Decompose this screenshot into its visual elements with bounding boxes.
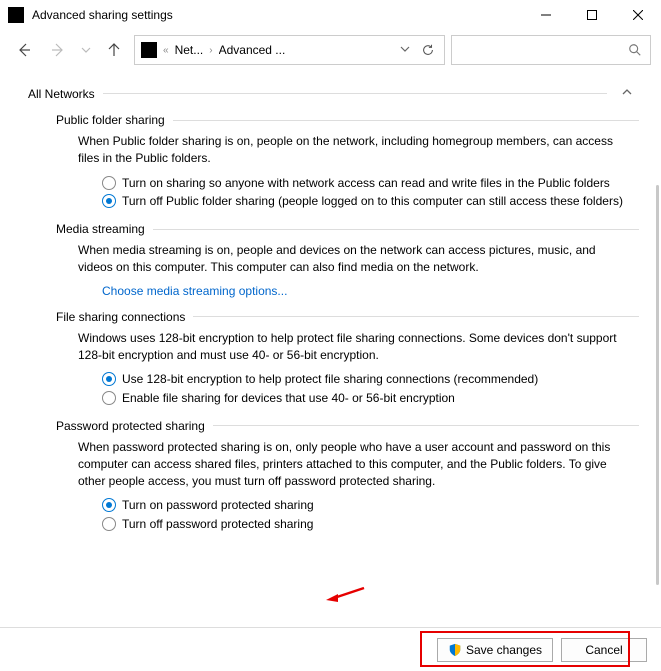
public-folder-label: Public folder sharing — [56, 113, 165, 127]
divider — [173, 120, 639, 121]
shield-icon — [448, 643, 462, 657]
media-streaming-desc: When media streaming is on, people and d… — [78, 242, 629, 276]
file-sharing-label: File sharing connections — [56, 310, 185, 324]
back-button[interactable] — [10, 36, 38, 64]
option-label: Turn off password protected sharing — [122, 516, 313, 533]
file-sharing-desc: Windows uses 128-bit encryption to help … — [78, 330, 629, 364]
public-folder-desc: When Public folder sharing is on, people… — [78, 133, 629, 167]
password-sharing-label: Password protected sharing — [56, 419, 205, 433]
refresh-button[interactable] — [418, 36, 438, 64]
recent-dropdown[interactable] — [78, 36, 94, 64]
save-label: Save changes — [466, 643, 542, 657]
content-pane: All Networks Public folder sharing When … — [0, 70, 661, 627]
option-label: Turn on sharing so anyone with network a… — [122, 175, 610, 192]
media-streaming-header: Media streaming — [56, 222, 639, 236]
chevron-icon: « — [161, 45, 171, 56]
search-box[interactable] — [451, 35, 651, 65]
search-icon — [628, 43, 642, 57]
public-folder-on-option[interactable]: Turn on sharing so anyone with network a… — [102, 175, 629, 192]
public-folder-off-option[interactable]: Turn off Public folder sharing (people l… — [102, 193, 629, 210]
option-label: Turn on password protected sharing — [122, 497, 314, 514]
minimize-button[interactable] — [523, 0, 569, 30]
radio-icon[interactable] — [102, 372, 116, 386]
window-title: Advanced sharing settings — [32, 8, 523, 22]
radio-icon[interactable] — [102, 498, 116, 512]
up-button[interactable] — [100, 36, 128, 64]
option-label: Use 128-bit encryption to help protect f… — [122, 371, 538, 388]
divider — [103, 93, 607, 94]
media-streaming-link[interactable]: Choose media streaming options... — [102, 284, 629, 298]
divider — [213, 425, 639, 426]
password-sharing-desc: When password protected sharing is on, o… — [78, 439, 629, 489]
media-streaming-label: Media streaming — [56, 222, 145, 236]
address-dropdown[interactable] — [396, 43, 414, 57]
divider — [193, 316, 639, 317]
password-sharing-header: Password protected sharing — [56, 419, 639, 433]
chevron-right-icon: › — [207, 45, 214, 56]
public-folder-header: Public folder sharing — [56, 113, 639, 127]
divider — [153, 229, 639, 230]
forward-button[interactable] — [44, 36, 72, 64]
option-label: Enable file sharing for devices that use… — [122, 390, 455, 407]
radio-icon[interactable] — [102, 391, 116, 405]
titlebar: Advanced sharing settings — [0, 0, 661, 30]
encryption-128-option[interactable]: Use 128-bit encryption to help protect f… — [102, 371, 629, 388]
radio-icon[interactable] — [102, 194, 116, 208]
encryption-40-56-option[interactable]: Enable file sharing for devices that use… — [102, 390, 629, 407]
radio-icon[interactable] — [102, 517, 116, 531]
profile-header-all-networks[interactable]: All Networks — [28, 86, 639, 101]
collapse-icon[interactable] — [615, 86, 639, 101]
scrollbar[interactable] — [656, 185, 659, 585]
profile-label: All Networks — [28, 87, 95, 101]
cancel-button[interactable]: Cancel — [561, 638, 647, 662]
password-on-option[interactable]: Turn on password protected sharing — [102, 497, 629, 514]
save-changes-button[interactable]: Save changes — [437, 638, 553, 662]
app-icon — [8, 7, 24, 23]
maximize-button[interactable] — [569, 0, 615, 30]
file-sharing-header: File sharing connections — [56, 310, 639, 324]
option-label: Turn off Public folder sharing (people l… — [122, 193, 623, 210]
footer-bar: Save changes Cancel — [0, 627, 661, 671]
password-off-option[interactable]: Turn off password protected sharing — [102, 516, 629, 533]
location-icon — [141, 42, 157, 58]
close-button[interactable] — [615, 0, 661, 30]
radio-icon[interactable] — [102, 176, 116, 190]
address-bar[interactable]: « Net... › Advanced ... — [134, 35, 445, 65]
nav-toolbar: « Net... › Advanced ... — [0, 30, 661, 70]
breadcrumb-seg1[interactable]: Net... — [175, 43, 204, 57]
breadcrumb-seg2[interactable]: Advanced ... — [219, 43, 392, 57]
cancel-label: Cancel — [585, 643, 622, 657]
